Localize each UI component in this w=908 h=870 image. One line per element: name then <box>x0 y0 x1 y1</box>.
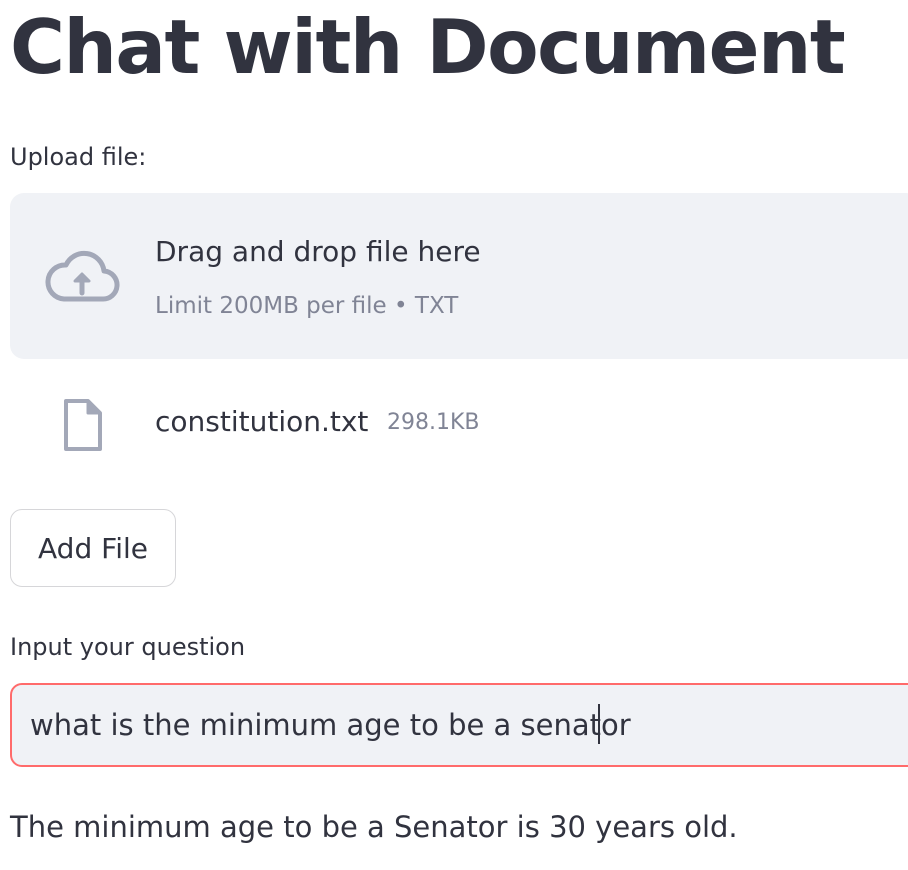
question-label: Input your question <box>10 633 246 661</box>
uploaded-file-name: constitution.txt <box>155 405 369 438</box>
uploaded-file-item: constitution.txt 298.1KB <box>10 392 908 462</box>
app-page: Chat with Document Upload file: Drag and… <box>0 0 908 870</box>
page-title: Chat with Document <box>10 3 846 91</box>
text-cursor <box>598 704 600 744</box>
file-dropzone[interactable]: Drag and drop file here Limit 200MB per … <box>10 193 908 359</box>
cloud-upload-icon <box>45 250 120 302</box>
add-file-button[interactable]: Add File <box>10 509 176 587</box>
upload-label: Upload file: <box>10 143 147 171</box>
dropzone-limit-text: Limit 200MB per file • TXT <box>155 293 459 319</box>
file-icon <box>64 399 102 451</box>
uploaded-file-size: 298.1KB <box>387 410 480 435</box>
answer-text: The minimum age to be a Senator is 30 ye… <box>10 810 738 844</box>
dropzone-instructions: Drag and drop file here <box>155 235 481 268</box>
question-input[interactable] <box>10 683 908 767</box>
